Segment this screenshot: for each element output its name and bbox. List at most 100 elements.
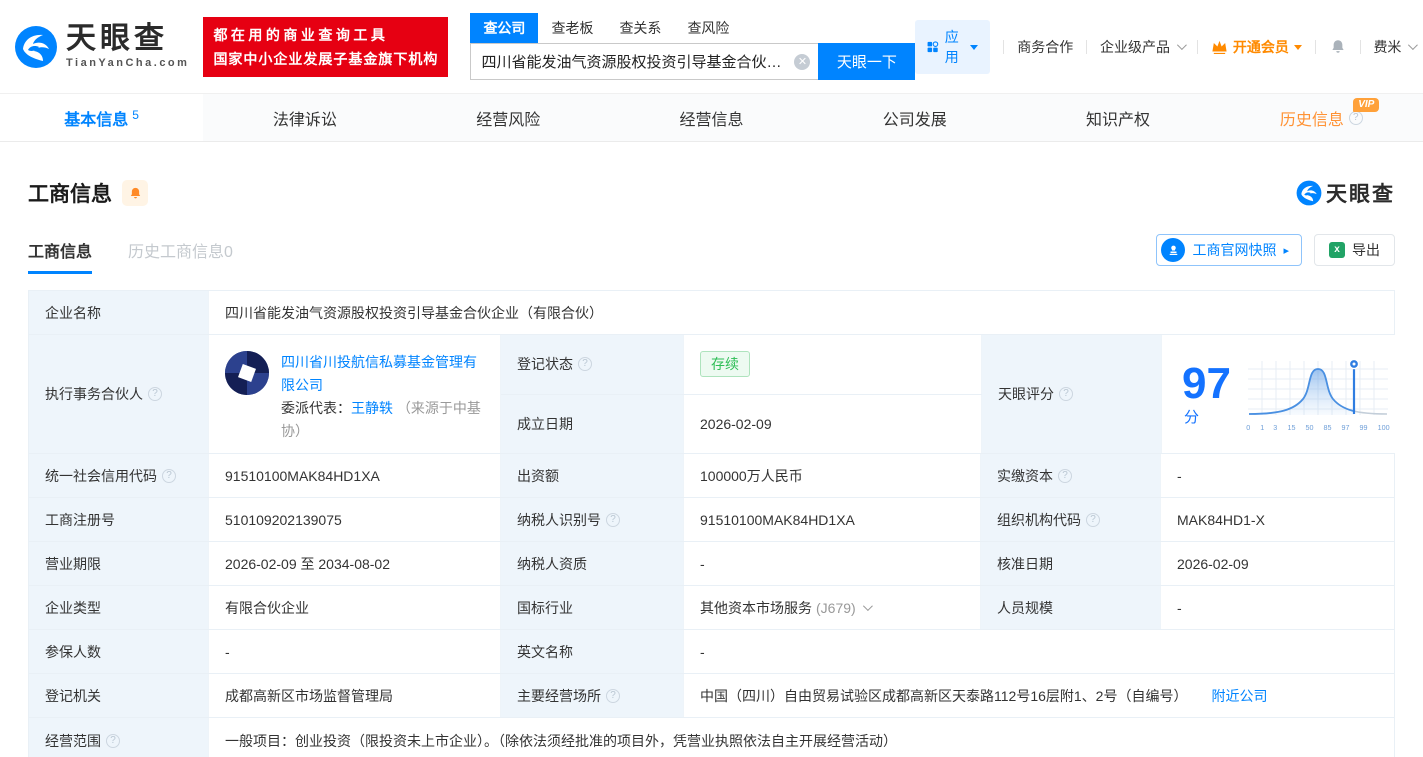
label-text: 执行事务合伙人 [45,386,143,402]
label-text: 经营范围 [45,732,101,749]
search-tab-risk[interactable]: 查风险 [674,13,742,43]
company-name-label: 企业名称 [29,291,209,334]
table-row: 执行事务合伙人 ? 四川省川投航信私募基金管理有限公司 委派代表：王静轶 （来源… [29,335,1401,454]
menu-cooperation[interactable]: 商务合作 [1017,37,1073,57]
export-button[interactable]: x 导出 [1314,234,1395,266]
staff-size-label: 人员规模 [981,586,1161,629]
chevron-down-icon[interactable] [862,601,873,612]
est-date-value: 2026-02-09 [684,394,982,453]
help-icon[interactable]: ? [606,688,620,703]
user-menu[interactable]: 费米 [1373,37,1419,57]
divider [1003,39,1005,54]
staff-size-value: - [1161,586,1394,629]
company-name-value: 四川省能发油气资源股权投资引导基金合伙企业（有限合伙） [209,291,1394,334]
search-button[interactable]: 天眼一下 [818,43,916,80]
help-icon[interactable]: ? [148,387,162,401]
table-row: 营业期限 2026-02-09 至 2034-08-02 纳税人资质 - 核准日… [29,542,1394,586]
reg-authority-label: 登记机关 [29,674,209,717]
subtab-history-business-info[interactable]: 历史工商信息0 [128,238,233,274]
watermark-brand-name: 天眼查 [1326,183,1395,206]
top-header: 天眼查 TianYanCha.com 都在用的商业查询工具 国家中小企业发展子基… [0,0,1423,93]
brand-domain: TianYanCha.com [66,57,190,69]
partner-rep-link[interactable]: 王静轶 [351,400,393,416]
bell-icon [130,187,140,198]
clear-search-icon[interactable]: ✕ [794,53,811,70]
stamp-icon [1161,238,1186,262]
reg-number-value: 510109202139075 [209,498,501,541]
taxpayer-quality-label: 纳税人资质 [501,542,684,585]
help-icon[interactable]: ? [1058,468,1072,483]
tianyancha-logo[interactable]: 天眼查 TianYanCha.com [14,24,189,69]
paid-capital-label: 实缴资本? [981,454,1161,497]
help-icon[interactable]: ? [578,357,592,372]
search-tab-relation[interactable]: 查关系 [606,13,674,43]
tab-basic-info[interactable]: 基本信息 5 [0,94,204,141]
apps-label: 应用 [944,28,959,65]
industry-value: 其他资本市场服务 (J679) [684,586,981,629]
label-text: 组织机构代码 [997,511,1081,528]
search-query-text: 四川省能发油气资源股权投资引导基金合伙企业（有限 [481,54,795,71]
company-type-label: 企业类型 [29,586,209,629]
apps-menu-button[interactable]: 应用 [915,19,991,74]
nearby-companies-link[interactable]: 附近公司 [1211,686,1267,706]
score-value-cell[interactable]: 97分 0 1 3 15 50 85 97 99 100 [1162,335,1401,453]
help-icon[interactable]: ? [1059,387,1073,401]
score-label: 天眼评分 ? [982,335,1162,453]
company-avatar [225,351,269,395]
tab-history-info[interactable]: VIP 历史信息 ? [1220,94,1423,141]
industry-label: 国标行业 [501,586,684,629]
help-icon[interactable]: ? [106,733,120,748]
slogan-line-2: 国家中小企业发展子基金旗下机构 [213,50,439,67]
table-row: 企业类型 有限合伙企业 国标行业 其他资本市场服务 (J679) 人员规模 - [29,586,1394,630]
taxpayer-quality-value: - [684,542,981,585]
official-snapshot-button[interactable]: 工商官网快照 ▸ [1156,234,1302,266]
score-unit: 分 [1184,408,1200,426]
insured-count-value: - [209,630,501,673]
label-text: 统一社会信用代码 [45,467,157,484]
label-text: 纳税人识别号 [517,511,601,528]
search-input[interactable]: 四川省能发油气资源股权投资引导基金合伙企业（有限 ✕ [470,43,819,80]
tab-company-development[interactable]: 公司发展 [813,94,1016,141]
vip-badge: VIP [1353,98,1380,112]
tab-label: 公司发展 [882,111,947,129]
credit-code-label: 统一社会信用代码? [29,454,209,497]
business-info-table: 企业名称 四川省能发油气资源股权投资引导基金合伙企业（有限合伙） 执行事务合伙人… [28,290,1401,757]
divider [1086,39,1088,54]
reg-status-label: 登记状态 ? [501,335,684,394]
chevron-down-icon [1177,40,1187,51]
divider [1359,39,1361,54]
menu-enterprise[interactable]: 企业级产品 [1100,37,1187,57]
taxpayer-id-value: 91510100MAK84HD1XA [684,498,981,541]
subtab-business-info[interactable]: 工商信息 [28,238,93,274]
arrow-right-icon: ▸ [1283,244,1289,257]
tab-operation-info[interactable]: 经营信息 [610,94,813,141]
tianyancha-logo-icon [1296,180,1322,206]
notifications-button[interactable] [1329,38,1347,56]
monitor-button[interactable] [122,180,148,206]
username: 费米 [1373,38,1402,55]
business-address-label: 主要经营场所? [501,674,684,717]
partner-company-link[interactable]: 四川省川投航信私募基金管理有限公司 [281,354,477,393]
table-row: 统一社会信用代码? 91510100MAK84HD1XA 出资额 100000万… [29,454,1394,498]
help-icon[interactable]: ? [1086,512,1100,527]
tab-operation-risk[interactable]: 经营风险 [407,94,610,141]
tab-legal[interactable]: 法律诉讼 [203,94,406,141]
divider [1314,39,1316,54]
help-icon[interactable]: ? [606,512,620,527]
reg-authority-value: 成都高新区市场监督管理局 [209,674,501,717]
grid-apps-icon [928,40,939,52]
capital-value: 100000万人民币 [684,454,981,497]
tab-intellectual-property[interactable]: 知识产权 [1016,94,1219,141]
search-tab-company[interactable]: 查公司 [470,13,539,43]
est-date-label: 成立日期 [501,394,684,453]
org-code-label: 组织机构代码? [981,498,1161,541]
tab-count-badge: 5 [132,107,139,122]
divider [1197,39,1198,54]
search-tab-boss[interactable]: 查老板 [538,13,606,43]
business-term-label: 营业期限 [29,542,209,585]
reg-number-label: 工商注册号 [29,498,209,541]
help-icon[interactable]: ? [162,468,176,483]
menu-vip[interactable]: 开通会员 [1211,37,1302,57]
help-icon[interactable]: ? [1348,110,1363,125]
company-nav-tabs: 基本信息 5 法律诉讼 经营风险 经营信息 公司发展 知识产权 VIP 历史信息… [0,93,1423,142]
